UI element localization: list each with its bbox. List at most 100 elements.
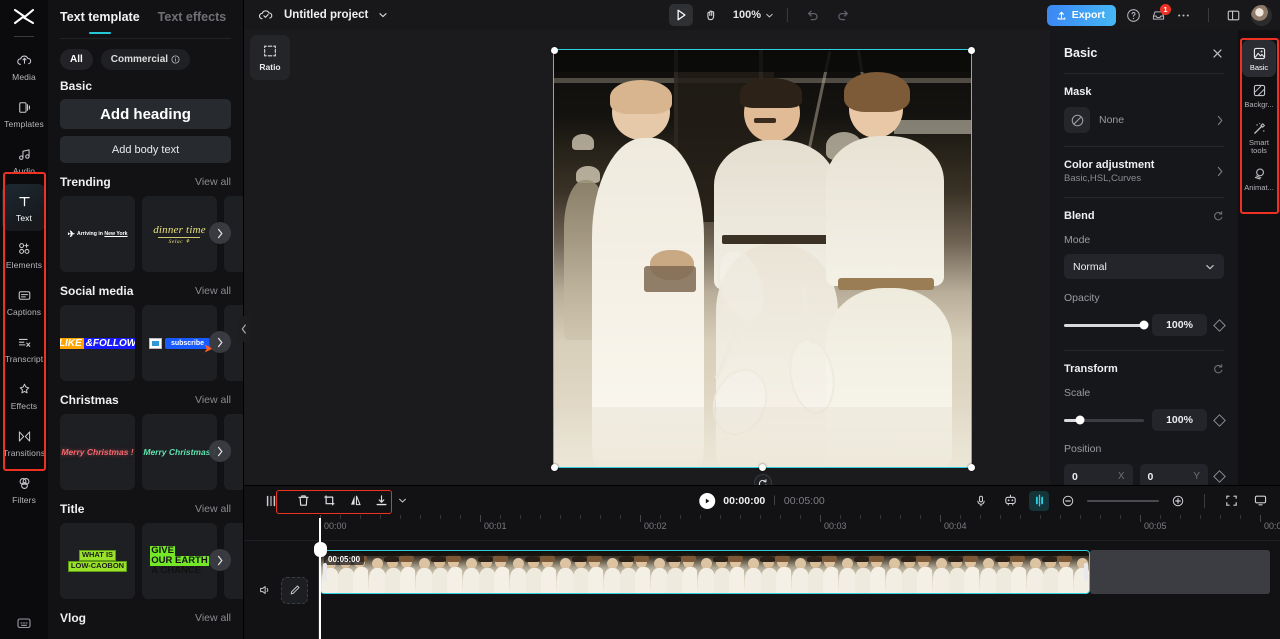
mini-rail-item-animat[interactable]: Animat...	[1242, 160, 1276, 197]
video-selection-frame[interactable]	[550, 46, 975, 492]
scale-value[interactable]: 100%	[1152, 409, 1207, 431]
mini-rail-item-backgr[interactable]: Backgr...	[1242, 77, 1276, 114]
clip-trim-left[interactable]	[322, 563, 327, 581]
sidebar-item-transitions[interactable]: Transitions	[2, 419, 46, 466]
close-icon[interactable]	[1211, 47, 1224, 60]
more-dots-icon[interactable]	[1176, 8, 1191, 23]
split-layout-icon[interactable]	[1226, 8, 1241, 23]
timeline-empty-area[interactable]	[1090, 550, 1270, 594]
blend-mode-select[interactable]: Normal	[1064, 254, 1224, 279]
mini-rail-item-basic[interactable]: Basic	[1242, 40, 1276, 78]
color-adjustment-group[interactable]: Color adjustment Basic,HSL,Curves	[1050, 159, 1238, 184]
view-all-link[interactable]: View all	[195, 612, 231, 624]
chevron-down-icon[interactable]	[378, 10, 388, 20]
sidebar-item-transcript[interactable]: Transcript	[2, 325, 46, 372]
keyframe-diamond-icon[interactable]	[1213, 470, 1226, 483]
mirror-flip-icon[interactable]	[344, 491, 366, 511]
keyframe-diamond-icon[interactable]	[1213, 318, 1226, 332]
user-avatar[interactable]	[1251, 4, 1272, 26]
opacity-slider[interactable]	[1064, 320, 1149, 330]
add-heading-button[interactable]: Add heading	[60, 99, 231, 129]
timeline-zoom-slider[interactable]	[1087, 499, 1159, 502]
template-card[interactable]: GIVE OUR EARTH A CHANCE	[142, 523, 217, 599]
scale-slider[interactable]	[1064, 415, 1144, 425]
opacity-value[interactable]: 100%	[1152, 314, 1207, 336]
filter-chip-all[interactable]: All	[60, 49, 93, 70]
snap-magnet-icon[interactable]	[1029, 490, 1049, 511]
template-card[interactable]: LIKE &FOLLOW	[60, 305, 135, 381]
resize-handle-top-right[interactable]	[967, 46, 975, 54]
template-card[interactable]: Merry Christmas !	[142, 414, 217, 490]
delete-trash-icon[interactable]	[292, 491, 314, 511]
chevron-down-icon[interactable]	[396, 491, 408, 511]
chevron-right-icon[interactable]	[209, 549, 231, 571]
resize-handle-bottom-right[interactable]	[967, 463, 975, 471]
select-arrow-icon[interactable]	[668, 4, 693, 26]
edit-pencil-icon[interactable]	[281, 576, 308, 604]
fit-to-screen-icon[interactable]	[1221, 491, 1241, 511]
filter-chip-commercial[interactable]: Commercial	[100, 49, 191, 70]
canvas-zoom-select[interactable]: 100%	[733, 9, 774, 21]
zoom-out-icon[interactable]	[1058, 491, 1078, 511]
view-all-link[interactable]: View all	[195, 285, 231, 297]
microphone-icon[interactable]	[971, 491, 991, 511]
template-card[interactable]: WHAT IS LOW-CAOBON	[60, 523, 135, 599]
download-icon[interactable]	[370, 491, 392, 511]
split-clip-icon[interactable]	[260, 491, 282, 511]
view-all-link[interactable]: View all	[195, 503, 231, 515]
position-y-input[interactable]: 0 Y	[1139, 464, 1208, 485]
sidebar-item-effects[interactable]: Effects	[2, 372, 46, 419]
mask-selector[interactable]: None	[1050, 107, 1238, 133]
sidebar-item-text[interactable]: Text	[2, 184, 46, 231]
sidebar-item-filters[interactable]: Filters	[2, 466, 46, 513]
resize-handle-bottom-left[interactable]	[550, 463, 558, 471]
template-card[interactable]: subscribe ➤	[142, 305, 217, 381]
ratio-button[interactable]: Ratio	[250, 35, 290, 80]
reset-icon[interactable]	[1212, 210, 1224, 222]
hand-tool-icon[interactable]	[699, 4, 723, 26]
tab-text-effects[interactable]: Text effects	[158, 10, 227, 34]
preview-mode-icon[interactable]	[1250, 491, 1270, 511]
keyboard-shortcuts-icon[interactable]	[0, 615, 48, 631]
reset-icon[interactable]	[1212, 363, 1224, 375]
template-card[interactable]: dinner time Selac ⚘	[142, 196, 217, 272]
capcut-logo-icon[interactable]	[0, 2, 48, 32]
chevron-right-icon[interactable]	[209, 440, 231, 462]
resize-handle-top-left[interactable]	[550, 46, 558, 54]
auto-captions-robot-icon[interactable]	[1000, 491, 1020, 511]
undo-icon[interactable]	[801, 4, 825, 26]
video-clip[interactable]: 00:05:00	[320, 550, 1090, 594]
chevron-right-icon[interactable]	[209, 331, 231, 353]
timeline-ruler[interactable]: 00:00 00:01 00:02 00:03 00:04 00:05 00:06	[244, 515, 1280, 541]
panel-scroll-area[interactable]: Basic Add heading Add body text Trending…	[48, 70, 243, 639]
tab-text-template[interactable]: Text template	[60, 10, 140, 34]
crop-icon[interactable]	[318, 491, 340, 511]
export-button[interactable]: Export	[1046, 4, 1116, 26]
chevron-right-icon[interactable]	[209, 222, 231, 244]
view-all-link[interactable]: View all	[195, 394, 231, 406]
template-card[interactable]: Merry Christmas !	[60, 414, 135, 490]
keyframe-diamond-icon[interactable]	[1213, 413, 1226, 427]
notifications-button[interactable]: 1	[1151, 3, 1171, 23]
sidebar-item-captions[interactable]: Captions	[2, 278, 46, 325]
question-circle-icon[interactable]	[1126, 8, 1141, 23]
template-card[interactable]: ✈ Arriving in New York	[60, 196, 135, 272]
zoom-in-icon[interactable]	[1168, 491, 1188, 511]
sidebar-item-elements[interactable]: Elements	[2, 231, 46, 278]
sidebar-item-templates[interactable]: Templates	[2, 90, 46, 137]
position-x-input[interactable]: 0 X	[1064, 464, 1133, 485]
play-circle-icon[interactable]	[699, 492, 716, 509]
view-all-link[interactable]: View all	[195, 176, 231, 188]
clip-trim-right[interactable]	[1083, 563, 1088, 581]
redo-icon[interactable]	[831, 4, 855, 26]
panel-collapse-handle[interactable]	[238, 316, 250, 342]
sidebar-item-audio[interactable]: Audio	[2, 137, 46, 184]
resize-handle-bottom-center[interactable]	[759, 463, 766, 471]
project-title[interactable]: Untitled project	[284, 9, 368, 21]
cloud-sync-icon[interactable]	[258, 7, 274, 23]
volume-icon[interactable]	[254, 580, 275, 601]
info-icon[interactable]	[171, 55, 180, 64]
mini-rail-item-smarttools[interactable]: Smart tools	[1242, 115, 1276, 161]
add-body-text-button[interactable]: Add body text	[60, 136, 231, 163]
sidebar-item-media[interactable]: Media	[2, 43, 46, 90]
